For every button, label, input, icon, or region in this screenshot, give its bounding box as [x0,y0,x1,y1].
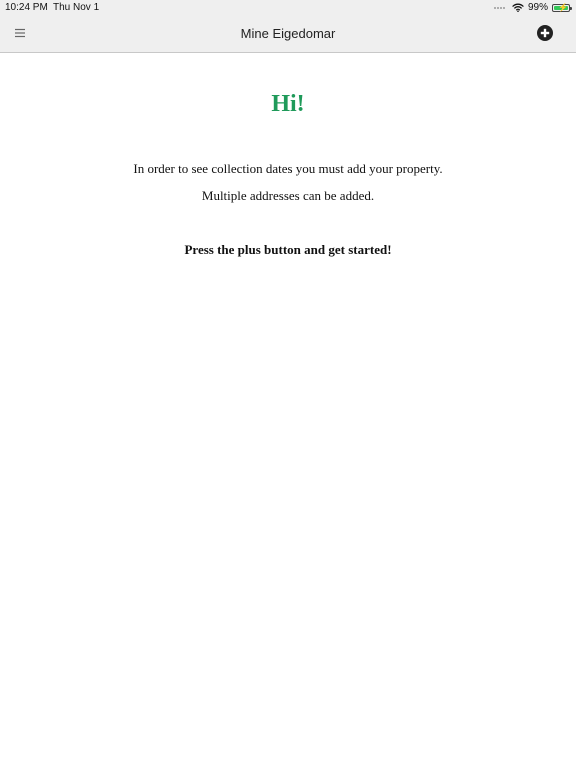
cellular-signal-icon [493,6,505,9]
status-indicators: 99% ⚡ [493,2,572,13]
multiple-addresses-text: Multiple addresses can be added. [201,188,375,203]
greeting-heading: Hi! [271,91,305,117]
page-title: Mine Eigedomar [240,26,336,41]
charging-bolt-icon: ⚡ [558,2,568,12]
status-time: 10:24 PM [5,2,48,13]
instruction-text: In order to see collection dates you mus… [133,161,443,176]
wifi-icon [512,3,524,12]
battery-percentage: 99% [527,2,548,13]
status-bar: 10:24 PM Thu Nov 1 99% ⚡ [0,0,576,16]
status-date: Thu Nov 1 [53,2,100,13]
get-started-text: Press the plus button and get started! [184,242,392,257]
navigation-bar: Mine Eigedomar [0,16,576,53]
app-screen: 10:24 PM Thu Nov 1 99% ⚡ Mine Eigedomar … [0,0,576,768]
battery-charging-icon: ⚡ [552,2,572,12]
plus-circle-icon[interactable] [536,24,554,42]
battery-cap [570,6,572,10]
